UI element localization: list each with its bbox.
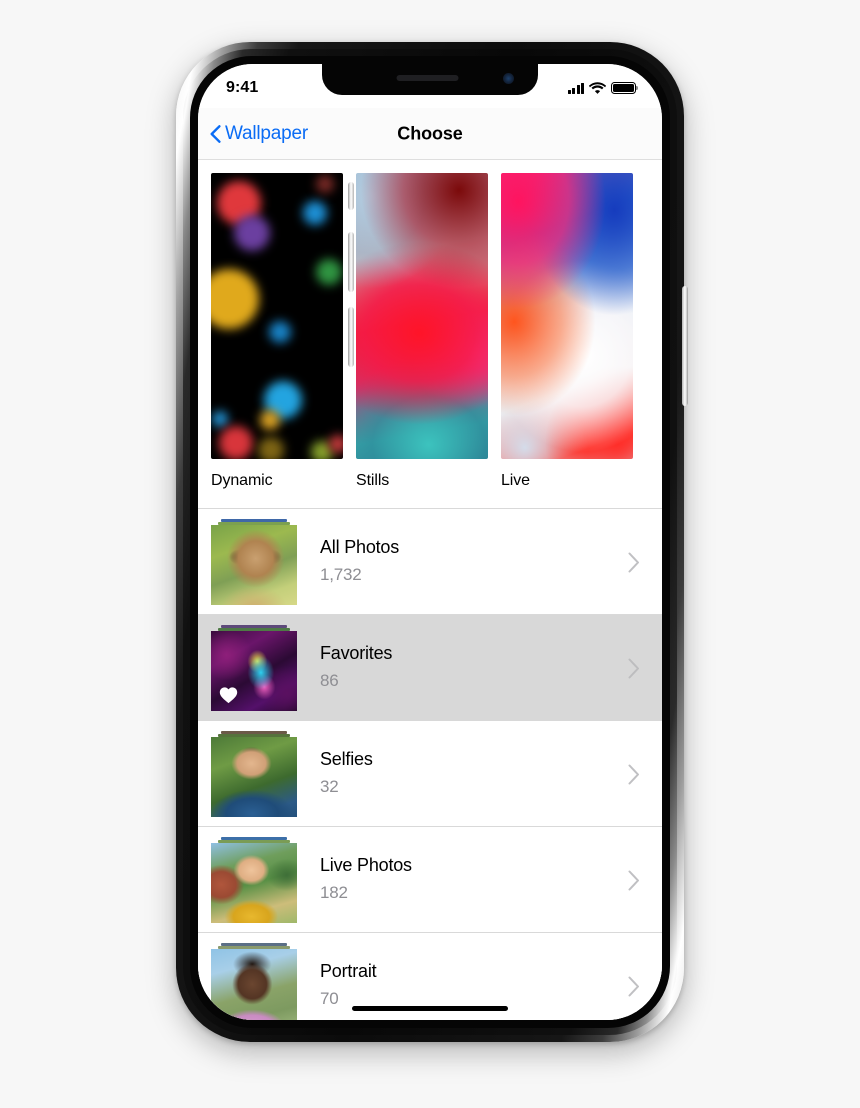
table-row[interactable]: Live Photos 182 xyxy=(198,827,662,933)
chevron-right-icon xyxy=(628,552,639,572)
album-text: Live Photos 182 xyxy=(297,855,628,905)
album-list: All Photos 1,732 Favorites 86 Selfies 32… xyxy=(198,508,662,1020)
wallpaper-type-live[interactable]: Live xyxy=(501,173,633,490)
album-text: Favorites 86 xyxy=(297,643,628,693)
mute-switch-button[interactable] xyxy=(348,182,354,210)
wallpaper-type-label: Dynamic xyxy=(211,472,273,489)
wallpaper-type-stills[interactable]: Stills xyxy=(356,173,488,490)
volume-up-button[interactable] xyxy=(348,232,354,292)
album-title: Portrait xyxy=(320,961,377,981)
album-thumbnail xyxy=(211,737,297,817)
album-thumbnail-stack xyxy=(211,731,297,817)
chevron-right-icon xyxy=(628,764,639,784)
front-camera-icon xyxy=(503,73,514,84)
home-indicator[interactable] xyxy=(352,1006,508,1011)
heart-icon xyxy=(219,687,238,704)
screenshot-canvas: 9:41 Wallpaper Choose Dynamic Stills Liv… xyxy=(0,0,860,1108)
album-text: Portrait 70 xyxy=(297,961,628,1011)
notch xyxy=(322,64,538,95)
page-title: Choose xyxy=(397,123,463,143)
status-bar-indicators xyxy=(567,78,639,95)
chevron-right-icon xyxy=(628,976,639,996)
content-scroll-area[interactable]: Dynamic Stills Live All Photos 1,732 Fav… xyxy=(198,161,662,1020)
navigation-bar: Wallpaper Choose xyxy=(198,108,662,160)
power-button[interactable] xyxy=(682,286,688,406)
album-thumbnail xyxy=(211,843,297,923)
back-button[interactable]: Wallpaper xyxy=(210,123,308,145)
table-row[interactable]: All Photos 1,732 xyxy=(198,509,662,615)
table-row[interactable]: Selfies 32 xyxy=(198,721,662,827)
album-thumbnail-stack xyxy=(211,837,297,923)
wallpaper-type-dynamic[interactable]: Dynamic xyxy=(211,173,343,490)
album-count: 182 xyxy=(320,883,348,902)
chevron-right-icon xyxy=(628,870,639,890)
dynamic-wallpaper-thumbnail[interactable] xyxy=(211,173,343,459)
status-bar-clock: 9:41 xyxy=(226,79,259,96)
album-count: 1,732 xyxy=(320,565,362,584)
volume-down-button[interactable] xyxy=(348,307,354,367)
album-title: Selfies xyxy=(320,749,373,769)
album-thumbnail xyxy=(211,525,297,605)
stills-wallpaper-thumbnail[interactable] xyxy=(356,173,488,459)
chevron-left-icon xyxy=(210,124,221,143)
chevron-right-icon xyxy=(628,658,639,678)
table-row[interactable]: Favorites 86 xyxy=(198,615,662,721)
album-thumbnail xyxy=(211,949,297,1020)
album-text: Selfies 32 xyxy=(297,749,628,799)
iphone-device-frame: 9:41 Wallpaper Choose Dynamic Stills Liv… xyxy=(176,42,684,1042)
wallpaper-type-label: Live xyxy=(501,472,530,489)
earpiece-speaker-icon xyxy=(396,75,459,81)
album-count: 86 xyxy=(320,671,339,690)
album-text: All Photos 1,732 xyxy=(297,537,628,587)
album-title: Live Photos xyxy=(320,855,412,875)
live-wallpaper-thumbnail[interactable] xyxy=(501,173,633,459)
album-thumbnail-stack xyxy=(211,519,297,605)
cellular-signal-icon xyxy=(567,82,584,94)
wifi-icon xyxy=(589,81,606,94)
album-thumbnail-stack xyxy=(211,625,297,711)
phone-screen: 9:41 Wallpaper Choose Dynamic Stills Liv… xyxy=(198,64,662,1020)
album-title: All Photos xyxy=(320,537,400,557)
battery-icon xyxy=(611,82,639,94)
wallpaper-type-grid: Dynamic Stills Live xyxy=(198,161,662,490)
album-thumbnail-stack xyxy=(211,943,297,1020)
album-count: 32 xyxy=(320,777,339,796)
album-title: Favorites xyxy=(320,643,393,663)
back-button-label: Wallpaper xyxy=(225,122,309,144)
wallpaper-type-label: Stills xyxy=(356,472,390,489)
